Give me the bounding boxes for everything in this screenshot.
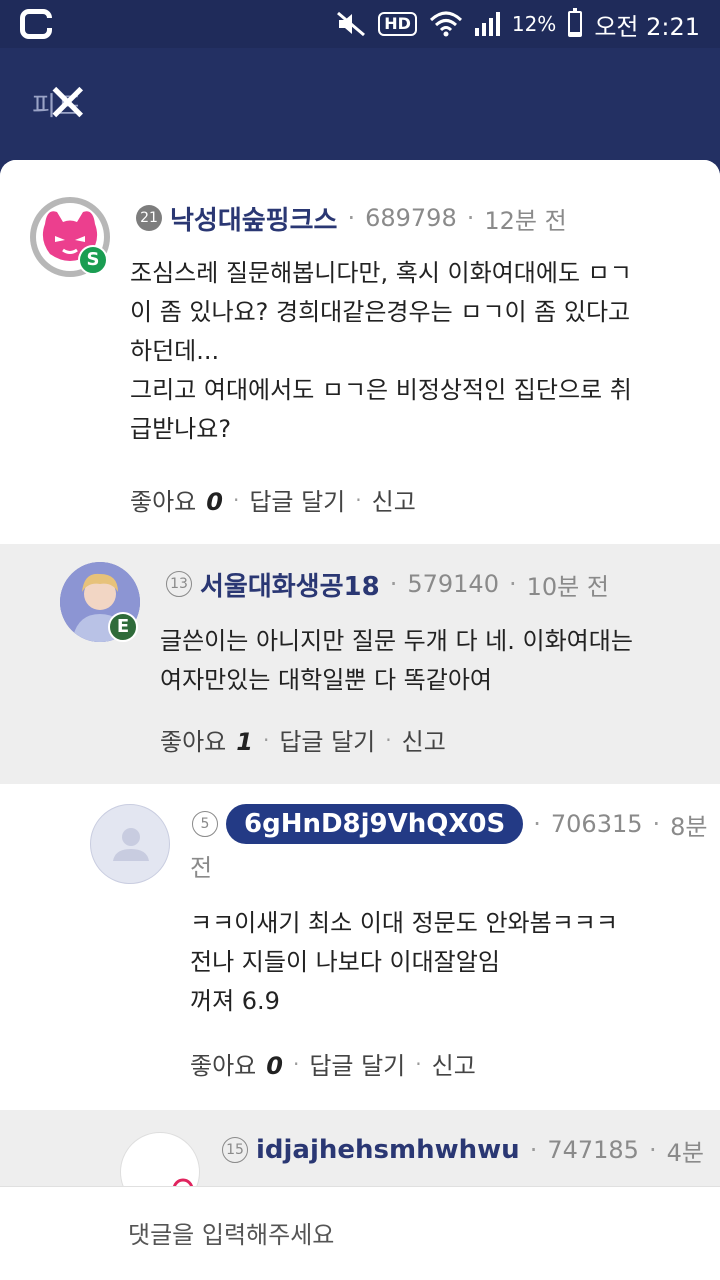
user-badge-e: E xyxy=(108,612,138,642)
comment-meta: 15 idjajhehsmhwhwu · 747185 · 4분 xyxy=(222,1130,704,1170)
nickname[interactable]: 낙성대숲핑크스 xyxy=(170,200,337,237)
user-badge-s: S xyxy=(78,245,108,275)
comment-text: ㅋㅋ이새기 최소 이대 정문도 안와봄ㅋㅋㅋ 전나 지들이 나보다 이대잘알임 … xyxy=(190,904,710,1021)
battery-percent: 12% xyxy=(511,12,557,36)
comment-line: 이 좀 있나요? 경희대같은경우는 ㅁㄱ이 좀 있다고 xyxy=(130,298,631,326)
separator-dot: · xyxy=(292,1051,300,1076)
separator-dot: · xyxy=(648,1136,657,1164)
level-badge: 15 xyxy=(222,1137,248,1163)
like-label: 좋아요 xyxy=(160,728,227,756)
comment-line: ㅋㅋ이새기 최소 이대 정문도 안와봄ㅋㅋㅋ xyxy=(190,909,618,937)
top-bar: 피드 ✕ xyxy=(0,48,720,160)
separator-dot: · xyxy=(347,204,356,232)
separator-dot: · xyxy=(533,810,541,838)
comment-line: 조심스레 질문해봅니다만, 혹시 이화여대에도 ㅁㄱ xyxy=(130,259,632,287)
reply-button[interactable]: 답글 달기 xyxy=(249,482,345,517)
like-count: 0 xyxy=(206,488,223,516)
level-badge: 21 xyxy=(136,205,162,231)
comment-line: 하던데... xyxy=(130,337,220,365)
clock: 오전 2:21 xyxy=(594,12,700,41)
timestamp: 12분 전 xyxy=(484,206,567,235)
user-id: 706315 xyxy=(550,810,643,838)
status-bar: HD 12% 오전 2:21 xyxy=(0,0,720,48)
separator-dot: · xyxy=(529,1136,538,1164)
separator-dot: · xyxy=(652,810,661,838)
carrier-logo-icon xyxy=(20,9,53,39)
user-id: 689798 xyxy=(365,204,457,232)
comment-line: 글쓴이는 아니지만 질문 두개 다 네. 이화여대는 xyxy=(160,627,633,655)
comment: S 21 낙성대숲핑크스 · 689798 · 12분 전 조심스레 질문해봅니… xyxy=(0,160,720,544)
separator-dot: · xyxy=(385,727,392,752)
comment-line: 여자만있는 대학일뿐 다 똑같아여 xyxy=(160,666,493,694)
battery-icon xyxy=(568,8,583,37)
close-icon: ✕ xyxy=(46,74,90,134)
wifi-icon xyxy=(429,10,463,38)
avatar[interactable] xyxy=(90,804,170,884)
hd-voice-icon: HD xyxy=(378,12,417,36)
separator-dot: · xyxy=(508,570,517,598)
comment-meta: 5 6gHnD8j9VhQX0S · 706315 · 8분 xyxy=(192,804,708,844)
report-button[interactable]: 신고 xyxy=(402,722,446,757)
like-count: 0 xyxy=(266,1052,283,1080)
comment-meta: 13 서울대화생공18 · 579140 · 10분 전 xyxy=(166,564,609,604)
comment-line: 급받나요? xyxy=(130,415,232,443)
level-badge: 13 xyxy=(166,571,192,597)
avatar[interactable] xyxy=(120,1132,200,1186)
user-id: 747185 xyxy=(547,1136,639,1164)
report-button[interactable]: 신고 xyxy=(432,1046,476,1081)
battery-fill xyxy=(570,32,581,35)
like-button[interactable]: 좋아요 1 xyxy=(160,722,253,757)
comment-line: 꺼져 6.9 xyxy=(190,987,280,1015)
separator-dot: · xyxy=(355,487,362,512)
like-count: 1 xyxy=(236,728,253,756)
nickname[interactable]: 6gHnD8j9VhQX0S xyxy=(226,804,524,844)
nickname[interactable]: idjajhehsmhwhwu xyxy=(256,1135,520,1165)
comment-input[interactable]: 댓글을 입력해주세요 xyxy=(128,1215,334,1250)
close-button[interactable]: 피드 ✕ xyxy=(28,74,92,134)
comment-actions: 좋아요 0 · 답글 달기 · 신고 xyxy=(190,1046,476,1081)
comment-actions: 좋아요 0 · 답글 달기 · 신고 xyxy=(130,482,416,517)
comment-actions: 좋아요 1 · 답글 달기 · 신고 xyxy=(160,722,446,757)
comment-line: 그리고 여대에서도 ㅁㄱ은 비정상적인 집단으로 취 xyxy=(130,376,632,404)
separator-dot: · xyxy=(232,487,240,512)
separator-dot: · xyxy=(466,204,475,232)
like-label: 좋아요 xyxy=(130,488,197,516)
level-badge: 5 xyxy=(192,811,218,837)
comment-text: 글쓴이는 아니지만 질문 두개 다 네. 이화여대는 여자만있는 대학일뿐 다 … xyxy=(160,622,710,700)
reply-button[interactable]: 답글 달기 xyxy=(279,722,375,757)
reply-comment: E 13 서울대화생공18 · 579140 · 10분 전 글쓴이는 아니지만… xyxy=(0,544,720,784)
status-icons: HD 12% 오전 2:21 xyxy=(336,8,700,41)
timestamp-wrap: 전 xyxy=(190,854,213,882)
comment-line: 전나 지들이 나보다 이대잘알임 xyxy=(190,948,500,976)
signal-icon xyxy=(474,12,500,36)
comment-input-bar[interactable]: 댓글을 입력해주세요 xyxy=(0,1186,720,1280)
like-button[interactable]: 좋아요 0 xyxy=(190,1046,283,1081)
timestamp: 10분 전 xyxy=(526,572,609,601)
separator-dot: · xyxy=(389,570,398,598)
user-id: 579140 xyxy=(407,570,499,598)
report-button[interactable]: 신고 xyxy=(372,482,416,517)
timestamp: 8분 xyxy=(670,812,708,841)
comment-text: 조심스레 질문해봅니다만, 혹시 이화여대에도 ㅁㄱ 이 좀 있나요? 경희대같… xyxy=(130,254,710,449)
reply-button[interactable]: 답글 달기 xyxy=(309,1046,405,1081)
separator-dot: · xyxy=(262,727,270,752)
reply-comment: 15 idjajhehsmhwhwu · 747185 · 4분 xyxy=(0,1110,720,1186)
mute-icon xyxy=(336,11,366,37)
like-button[interactable]: 좋아요 0 xyxy=(130,482,223,517)
reply-comment: 5 6gHnD8j9VhQX0S · 706315 · 8분 전 ㅋㅋ이새기 최… xyxy=(0,784,720,1110)
comments-sheet: S 21 낙성대숲핑크스 · 689798 · 12분 전 조심스레 질문해봅니… xyxy=(0,160,720,1280)
nickname[interactable]: 서울대화생공18 xyxy=(200,566,380,603)
separator-dot: · xyxy=(415,1051,422,1076)
like-label: 좋아요 xyxy=(190,1052,257,1080)
comment-meta: 21 낙성대숲핑크스 · 689798 · 12분 전 xyxy=(136,198,567,238)
timestamp: 4분 xyxy=(666,1138,704,1167)
